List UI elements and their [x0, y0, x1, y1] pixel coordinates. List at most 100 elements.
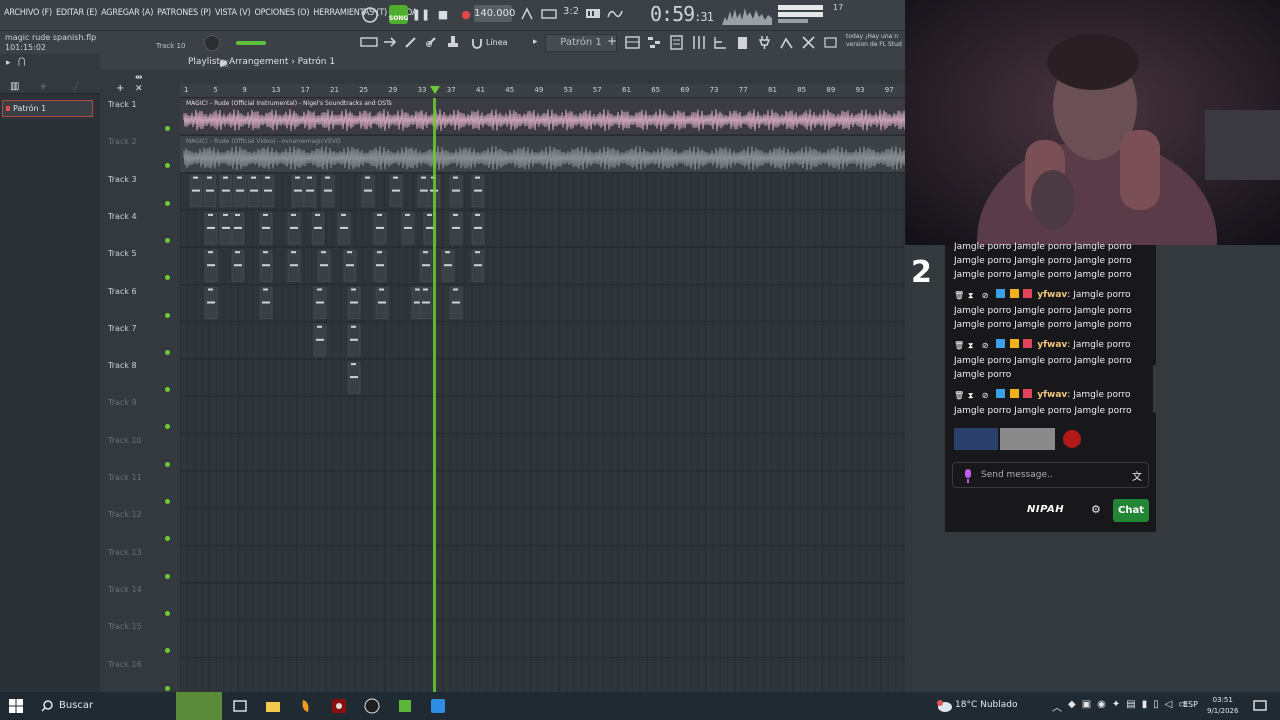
tray-app-icon[interactable]: ✦	[1112, 699, 1120, 714]
tray-app-icon[interactable]: ◉	[1097, 699, 1106, 714]
track-label[interactable]: Track 2	[108, 137, 137, 146]
emote-face-image[interactable]	[1000, 428, 1055, 450]
track-label[interactable]: Track 4	[108, 212, 137, 221]
microphone-icon[interactable]	[963, 469, 973, 483]
blue-app-icon[interactable]	[430, 698, 446, 714]
track-mute-led[interactable]	[165, 349, 170, 355]
record-icon[interactable]: ●	[457, 5, 475, 23]
menu-opciones[interactable]: OPCIONES (O)	[254, 8, 309, 18]
track-label[interactable]: Track 8	[108, 361, 137, 370]
track-label[interactable]: Track 5	[108, 249, 137, 258]
track-label[interactable]: Track 10	[108, 436, 142, 445]
add-track-icon[interactable]: +	[116, 83, 124, 94]
chat-username[interactable]: yfwav	[1037, 390, 1067, 400]
emote-red-image[interactable]	[1063, 430, 1081, 448]
browser-columns-icon[interactable]: ▥	[10, 81, 19, 92]
tray-app-icon[interactable]: ▣	[1082, 699, 1091, 714]
minecraft-icon[interactable]	[397, 698, 413, 714]
trash-icon[interactable]: 🗑	[954, 339, 964, 350]
channel-rack-icon[interactable]	[668, 34, 685, 51]
countdown-icon[interactable]: 3:2	[563, 6, 579, 17]
taskbar-search[interactable]: Buscar	[34, 695, 174, 717]
tray-app-icon[interactable]: ▤	[1126, 699, 1135, 714]
add-pattern-icon[interactable]: +	[607, 34, 617, 48]
track-label[interactable]: Track 7	[108, 324, 137, 333]
ban-icon[interactable]: ⊘	[982, 389, 991, 400]
track-label[interactable]: Track 12	[108, 510, 142, 519]
help-hint-icon[interactable]	[822, 34, 839, 51]
weather-label[interactable]: 18°C Nublado	[955, 700, 1017, 710]
typing-keyboard-icon[interactable]	[360, 33, 378, 51]
song-position-display[interactable]: 0:59:31	[650, 2, 714, 26]
plugin-plug-icon[interactable]	[756, 34, 773, 51]
master-pitch-knob[interactable]	[204, 35, 220, 51]
track-label[interactable]: Track 15	[108, 622, 142, 631]
menu-editar[interactable]: EDITAR (E)	[56, 8, 97, 18]
obs-icon[interactable]	[364, 698, 380, 714]
notifications-icon[interactable]	[1253, 699, 1267, 713]
chat-username[interactable]: yfwav	[1037, 340, 1067, 350]
track-mute-led[interactable]	[165, 499, 170, 504]
chat-username[interactable]: yfwav	[1037, 290, 1067, 300]
recorder-icon[interactable]	[331, 698, 347, 714]
playhead-marker[interactable]	[430, 86, 440, 94]
microphone-icon[interactable]: ▯	[1153, 699, 1159, 714]
master-volume-slider[interactable]	[236, 41, 266, 45]
magnet-icon[interactable]	[472, 38, 482, 49]
playlist-window-icon[interactable]	[624, 34, 641, 51]
track-label[interactable]: Track 6	[108, 287, 137, 296]
translate-icon[interactable]: 文	[1132, 468, 1142, 483]
emote-car-image[interactable]	[954, 428, 998, 450]
track-mute-led[interactable]	[165, 461, 170, 467]
tray-app-icon[interactable]: ◆	[1068, 699, 1076, 714]
stop-icon[interactable]: ■	[434, 5, 452, 23]
browser-collapse-icon[interactable]: ✚	[40, 82, 47, 91]
magnet-snap-icon[interactable]: ⋂	[18, 57, 25, 67]
timeout-icon[interactable]: ⧗	[968, 389, 977, 400]
browser-search-icon[interactable]: ╱	[74, 82, 79, 91]
task-view-icon[interactable]	[232, 698, 248, 714]
menu-agregar[interactable]: AGREGAR (A)	[101, 8, 153, 18]
pencil-icon[interactable]	[402, 33, 420, 51]
wait-input-icon[interactable]	[541, 7, 557, 21]
arrow-right-icon[interactable]	[381, 33, 399, 51]
track-mute-led[interactable]	[165, 573, 170, 579]
fl-studio-icon[interactable]	[298, 698, 314, 714]
touch-keyboard-icon[interactable]	[778, 34, 795, 51]
track-mute-led[interactable]	[165, 126, 170, 131]
news-hint[interactable]: today ¡Hay una n version de FL Stud	[846, 33, 902, 49]
loop-icon[interactable]	[360, 5, 380, 25]
track-label[interactable]: Track 13	[108, 548, 142, 557]
timeout-icon[interactable]: ⧗	[968, 289, 977, 300]
track-label[interactable]: Track 3	[108, 175, 137, 184]
tray-chevron-up-icon[interactable]: ︿	[1052, 699, 1062, 714]
piano-roll-icon[interactable]	[646, 34, 663, 51]
track-label[interactable]: Track 11	[108, 473, 142, 482]
browser-pattern-item[interactable]: Patrón 1	[2, 100, 93, 117]
chat-input[interactable]: Send message.. 文	[952, 462, 1149, 488]
fit-width-icon[interactable]: ⇹	[135, 73, 143, 83]
browser-tree-icon[interactable]	[712, 34, 729, 51]
track-label[interactable]: Track 9	[108, 398, 137, 407]
trash-icon[interactable]: 🗑	[954, 289, 964, 300]
song-mode-toggle[interactable]: SONG	[389, 5, 408, 24]
step-edit-icon[interactable]	[585, 7, 601, 21]
chat-send-button[interactable]: Chat	[1113, 499, 1149, 522]
playlist-arrow-icon[interactable]: ▸	[6, 58, 11, 68]
stamp-icon[interactable]	[444, 33, 462, 51]
cut-icon[interactable]	[800, 34, 817, 51]
windows-start-icon[interactable]	[8, 698, 24, 714]
pause-icon[interactable]: ❚❚	[412, 5, 430, 23]
track-mute-led[interactable]	[165, 610, 170, 616]
taskbar-clock[interactable]: 03:51 9/1/2026	[1207, 695, 1238, 717]
chevron-right-icon[interactable]: ▸	[533, 37, 538, 47]
track-label[interactable]: Track 1	[108, 100, 137, 109]
track-mute-led[interactable]	[165, 200, 170, 206]
volume-icon[interactable]: ◁	[1165, 699, 1173, 714]
chat-scrollbar[interactable]	[1153, 365, 1156, 413]
metronome-icon[interactable]	[520, 7, 534, 21]
timeline-ruler[interactable]: 1 5 9 13 17 21 25 29 33 37 41 45 49 53 57 61 65 69 73 77 81 8…	[180, 84, 905, 98]
menu-archivo[interactable]: ARCHIVO (F)	[4, 8, 52, 18]
track-mute-led[interactable]	[165, 312, 170, 318]
blend-notes-icon[interactable]	[607, 7, 623, 21]
